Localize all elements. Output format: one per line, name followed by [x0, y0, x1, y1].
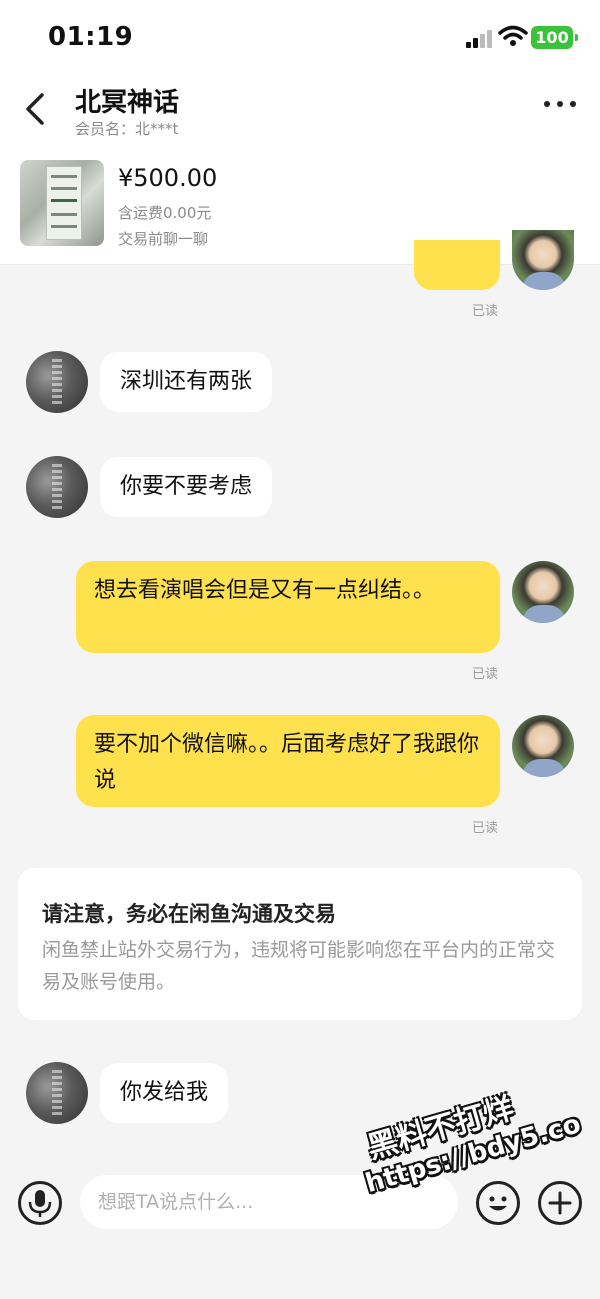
microphone-icon[interactable]	[18, 1181, 62, 1225]
signal-icon	[466, 30, 492, 48]
plus-icon[interactable]	[538, 1181, 582, 1225]
avatar[interactable]	[26, 1062, 88, 1124]
shipping-info: 含运费0.00元	[118, 204, 212, 222]
product-price: ¥500.00	[118, 164, 218, 192]
more-dots-icon[interactable]	[540, 96, 580, 112]
notice-title: 请注意，务必在闲鱼沟通及交易	[42, 902, 336, 926]
message-bubble-partial	[414, 240, 500, 290]
member-name: 会员名：北***t	[75, 120, 179, 138]
avatar[interactable]	[26, 351, 88, 413]
avatar[interactable]	[512, 561, 574, 623]
notice-body: 闲鱼禁止站外交易行为，违规将可能影响您在平台内的正常交易及账号使用。	[42, 939, 556, 993]
avatar[interactable]	[512, 230, 574, 290]
wifi-icon	[498, 25, 528, 46]
smile-icon[interactable]	[476, 1181, 520, 1225]
avatar[interactable]	[512, 715, 574, 777]
message-bubble: 要不加个微信嘛。。后面考虑好了我跟你说	[76, 715, 500, 807]
message-bubble: 想去看演唱会但是又有一点纠结。。	[76, 561, 500, 653]
platform-notice: 请注意，务必在闲鱼沟通及交易 闲鱼禁止站外交易行为，违规将可能影响您在平台内的正…	[18, 868, 582, 1020]
read-status: 已读	[472, 667, 499, 682]
read-status: 已读	[472, 821, 499, 836]
input-bar: 想跟TA说点什么...	[0, 1150, 600, 1299]
battery-icon: 100	[531, 26, 578, 49]
chat-tip: 交易前聊一聊	[118, 230, 209, 248]
product-thumbnail[interactable]	[20, 160, 104, 246]
chat-header: 北冥神话 会员名：北***t ¥500.00 含运费0.00元 交易前聊一聊	[0, 70, 600, 265]
chevron-left-icon[interactable]	[22, 92, 52, 126]
status-time: 01:19	[48, 22, 134, 52]
message-bubble: 深圳还有两张	[100, 352, 273, 412]
message-bubble: 你发给我	[100, 1063, 229, 1123]
message-bubble: 你要不要考虑	[100, 457, 273, 517]
status-bar: 01:19 100	[0, 0, 600, 70]
read-status: 已读	[472, 304, 499, 319]
contact-name: 北冥神话	[75, 88, 180, 118]
avatar[interactable]	[26, 456, 88, 518]
